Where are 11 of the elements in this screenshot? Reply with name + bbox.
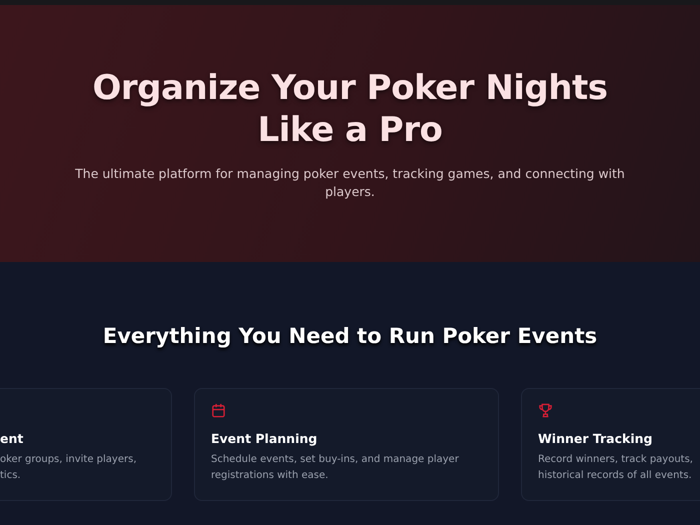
feature-title: ent: [0, 431, 24, 446]
feature-description: oker groups, invite players, tics.: [0, 453, 138, 483]
feature-title: Winner Tracking: [538, 431, 654, 446]
trophy-icon: [538, 403, 553, 418]
feature-description: Record winners, track payouts, historical records of all events.: [538, 453, 694, 483]
section-heading: Everything You Need to Run Poker Events: [102, 324, 598, 348]
feature-title: Event Planning: [211, 431, 318, 446]
calendar-icon: [211, 403, 226, 418]
feature-description: Schedule events, set buy-ins, and manage player registrations with ease.: [211, 453, 460, 483]
hero-title: Organize Your Poker Nights Like a Pro: [92, 67, 608, 151]
hero-subtitle: The ultimate platform for managing poker events, tracking games, and connecting with players.: [74, 165, 626, 201]
